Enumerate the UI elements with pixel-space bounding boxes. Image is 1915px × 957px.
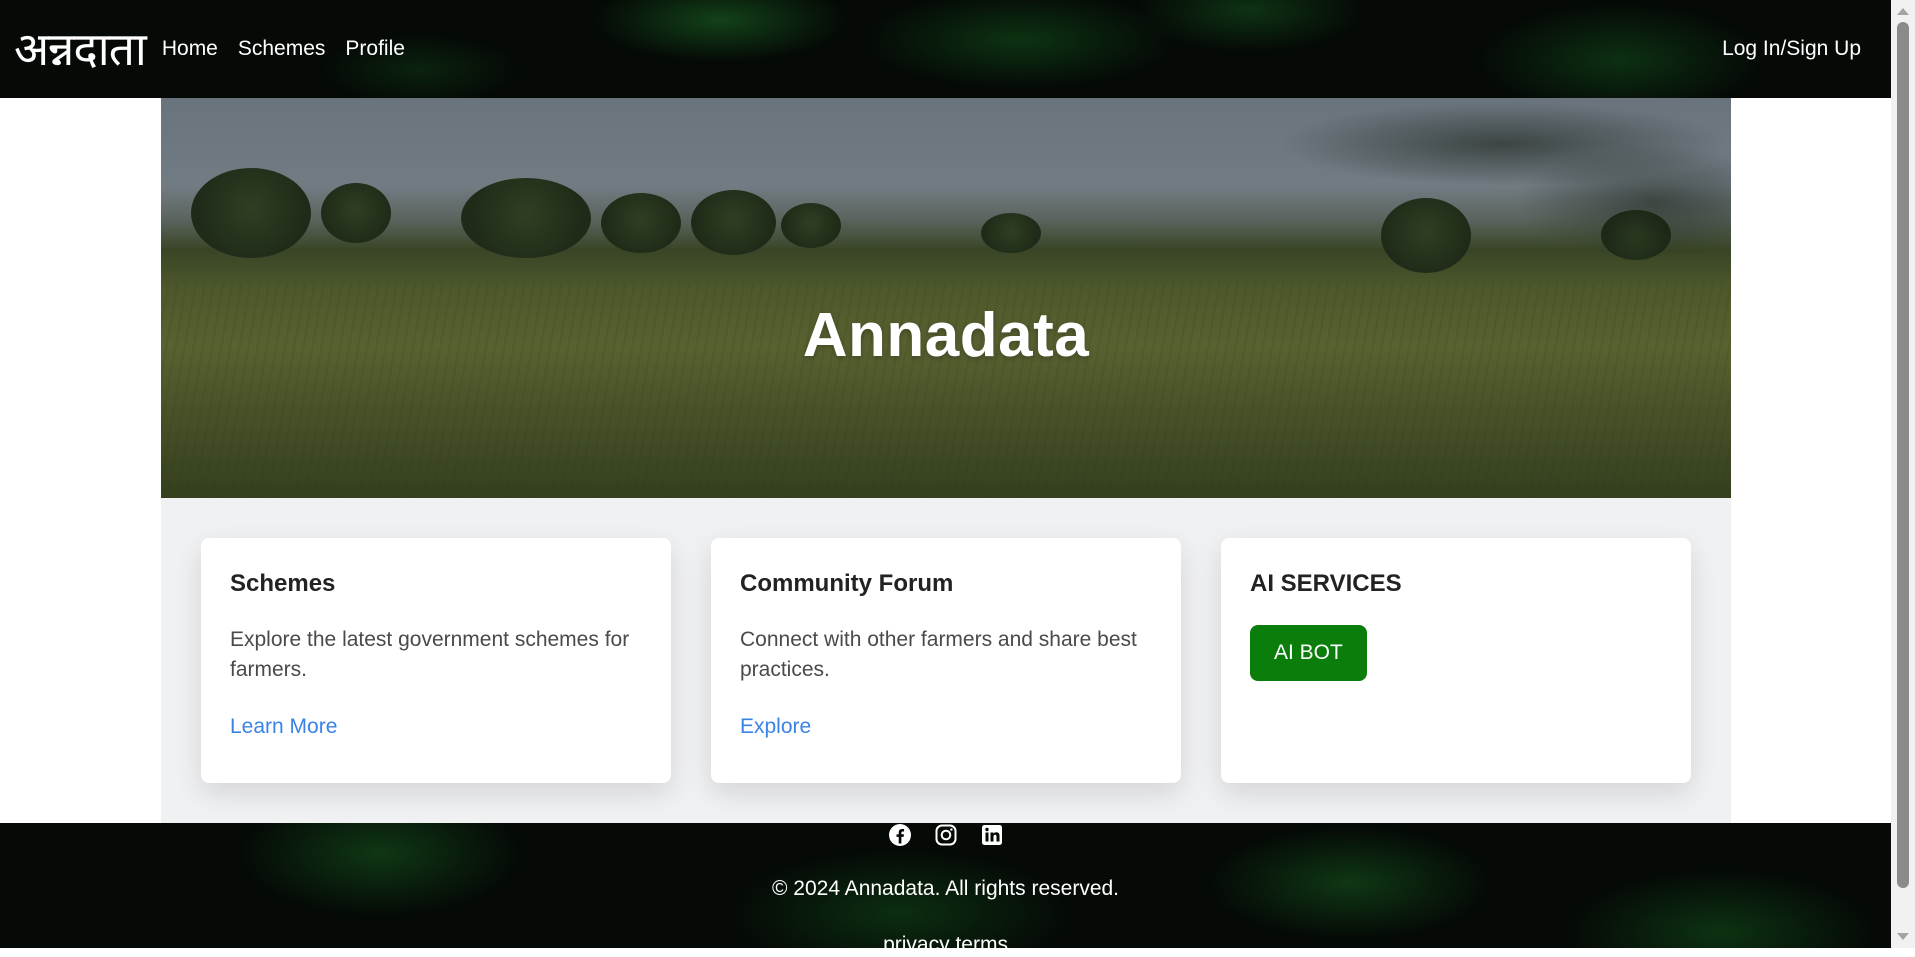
hero-title: Annadata xyxy=(802,300,1090,370)
nav-link-profile[interactable]: Profile xyxy=(345,37,405,61)
site-logo[interactable]: अन्नदाता xyxy=(14,26,147,72)
explore-link[interactable]: Explore xyxy=(740,715,811,738)
card-schemes: Schemes Explore the latest government sc… xyxy=(201,538,671,783)
scroll-down-arrow-icon[interactable] xyxy=(1897,933,1909,940)
hero-tree-shape xyxy=(321,183,391,243)
copyright-text: © 2024 Annadata. All rights reserved. xyxy=(771,877,1120,900)
hero-tree-shape xyxy=(461,178,591,258)
card-title: Community Forum xyxy=(740,570,954,597)
social-links xyxy=(0,823,1891,847)
hero-tree-shape xyxy=(781,203,841,248)
hero-branches-shade xyxy=(971,98,1731,328)
card-community-forum: Community Forum Connect with other farme… xyxy=(711,538,1181,783)
main-content: Annadata Schemes Explore the latest gove… xyxy=(161,98,1731,823)
hero-tree-shape xyxy=(191,168,311,258)
terms-link[interactable]: terms xyxy=(955,933,1008,956)
scrollbar-thumb[interactable] xyxy=(1897,22,1909,888)
page-footer: © 2024 Annadata. All rights reserved. pr… xyxy=(0,823,1891,956)
nav-link-schemes[interactable]: Schemes xyxy=(238,37,326,61)
hero-tree-shape xyxy=(691,190,776,255)
footer-links: privacy terms xyxy=(0,933,1891,957)
top-navbar: अन्नदाता Home Schemes Profile Log In/Sig… xyxy=(0,0,1891,98)
card-description: Explore the latest government schemes fo… xyxy=(230,628,630,681)
facebook-icon[interactable] xyxy=(888,823,912,847)
linkedin-icon[interactable] xyxy=(980,823,1004,847)
privacy-link[interactable]: privacy xyxy=(883,933,950,956)
nav-link-home[interactable]: Home xyxy=(162,37,218,61)
scroll-up-arrow-icon[interactable] xyxy=(1897,8,1909,15)
learn-more-link[interactable]: Learn More xyxy=(230,715,337,738)
card-ai-services: AI SERVICES AI BOT xyxy=(1221,538,1691,783)
instagram-icon[interactable] xyxy=(934,823,958,847)
card-title: Schemes xyxy=(230,570,336,597)
hero-tree-shape xyxy=(601,193,681,253)
card-description: Connect with other farmers and share bes… xyxy=(740,628,1137,681)
nav-links: Home Schemes Profile xyxy=(162,37,405,61)
feature-cards: Schemes Explore the latest government sc… xyxy=(201,538,1691,783)
vertical-scrollbar[interactable] xyxy=(1891,0,1915,948)
login-signup-link[interactable]: Log In/Sign Up xyxy=(1722,37,1861,61)
hero-banner: Annadata xyxy=(161,98,1731,498)
card-title: AI SERVICES xyxy=(1250,570,1402,597)
ai-bot-button[interactable]: AI BOT xyxy=(1250,625,1367,681)
